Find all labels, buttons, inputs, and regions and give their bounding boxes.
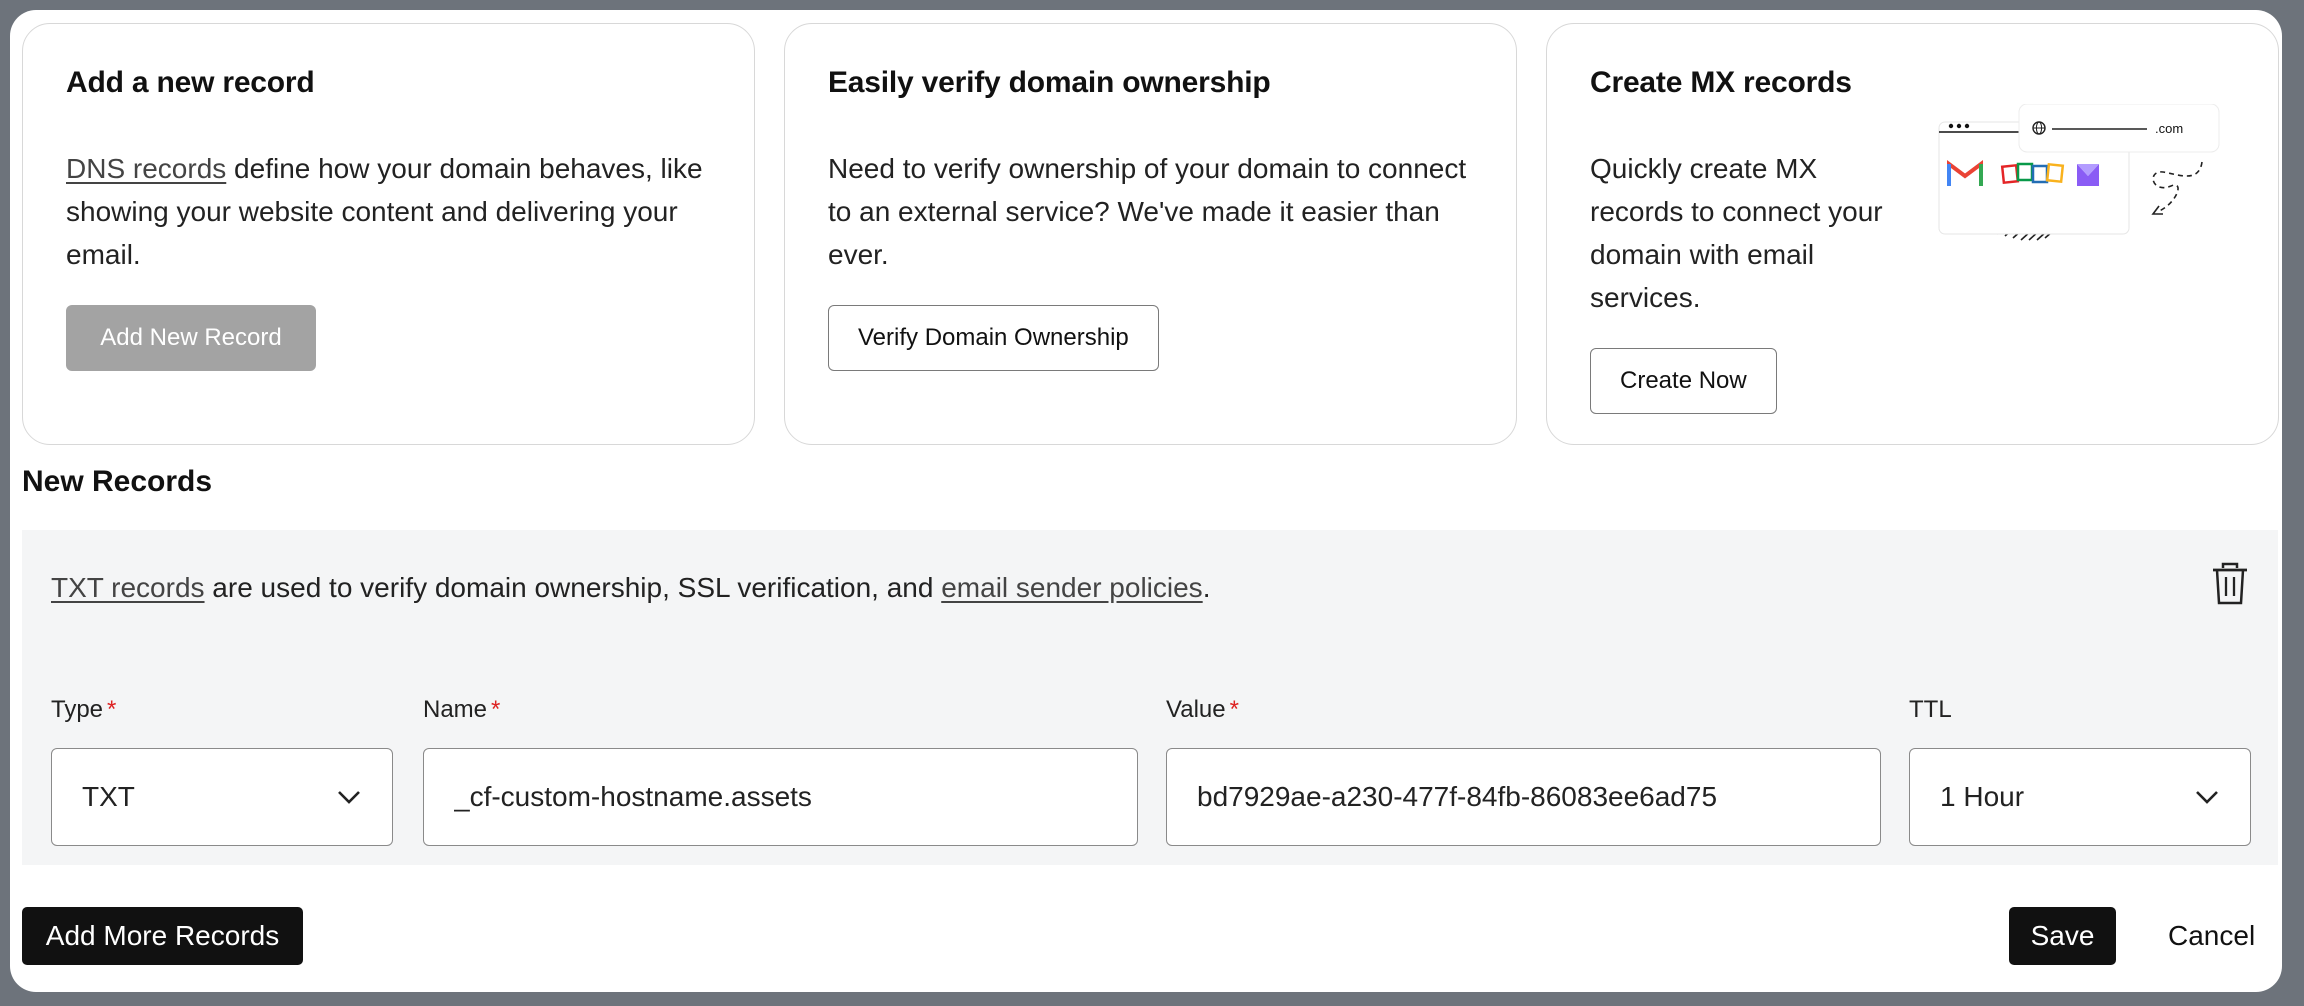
email-services-illustration: .com (1938, 104, 2220, 241)
add-record-description: DNS records define how your domain behav… (66, 147, 716, 276)
name-input[interactable] (423, 748, 1138, 846)
value-label: Value * (1166, 696, 1239, 723)
required-marker: * (1229, 696, 1239, 723)
new-records-title: New Records (22, 465, 213, 498)
com-label: .com (2155, 121, 2183, 136)
required-marker: * (491, 696, 501, 723)
required-marker: * (107, 696, 117, 723)
mx-records-description: Quickly create MX records to connect you… (1590, 153, 1883, 313)
dns-dialog: Add a new record DNS records define how … (10, 10, 2282, 992)
ttl-label: TTL (1909, 696, 1952, 723)
chevron-down-icon (2196, 791, 2218, 804)
chevron-down-icon (338, 791, 360, 804)
txt-note-text: are used to verify domain ownership, SSL… (204, 572, 942, 603)
txt-record-panel: TXT records are used to verify domain ow… (22, 530, 2278, 865)
verify-domain-description: Need to verify ownership of your domain … (828, 153, 1467, 270)
email-sender-policies-link[interactable]: email sender policies (941, 572, 1202, 603)
add-record-title: Add a new record (66, 66, 315, 99)
add-more-records-button[interactable]: Add More Records (22, 907, 303, 965)
create-now-button[interactable]: Create Now (1590, 348, 1777, 414)
save-button[interactable]: Save (2009, 907, 2116, 965)
txt-record-note: TXT records are used to verify domain ow… (51, 572, 1210, 604)
ttl-select-value: 1 Hour (1940, 781, 2025, 812)
ttl-select[interactable]: 1 Hour (1909, 748, 2251, 846)
add-record-card: Add a new record DNS records define how … (22, 23, 755, 445)
add-new-record-button[interactable]: Add New Record (66, 305, 316, 371)
trash-icon[interactable] (2210, 562, 2250, 606)
type-select-value: TXT (82, 781, 135, 812)
mx-records-card: Create MX records Quickly create MX reco… (1546, 23, 2279, 445)
verify-domain-card: Easily verify domain ownership Need to v… (784, 23, 1517, 445)
type-label: Type * (51, 696, 117, 723)
verify-domain-title: Easily verify domain ownership (828, 66, 1271, 99)
mx-records-title: Create MX records (1590, 66, 1852, 99)
verify-domain-ownership-button[interactable]: Verify Domain Ownership (828, 305, 1159, 371)
type-select[interactable]: TXT (51, 748, 393, 846)
name-label: Name * (423, 696, 501, 723)
value-input[interactable] (1166, 748, 1881, 846)
txt-note-end: . (1202, 572, 1211, 603)
cancel-button[interactable]: Cancel (2156, 907, 2267, 965)
dns-records-link[interactable]: DNS records (66, 153, 226, 184)
txt-records-link[interactable]: TXT records (51, 572, 205, 603)
